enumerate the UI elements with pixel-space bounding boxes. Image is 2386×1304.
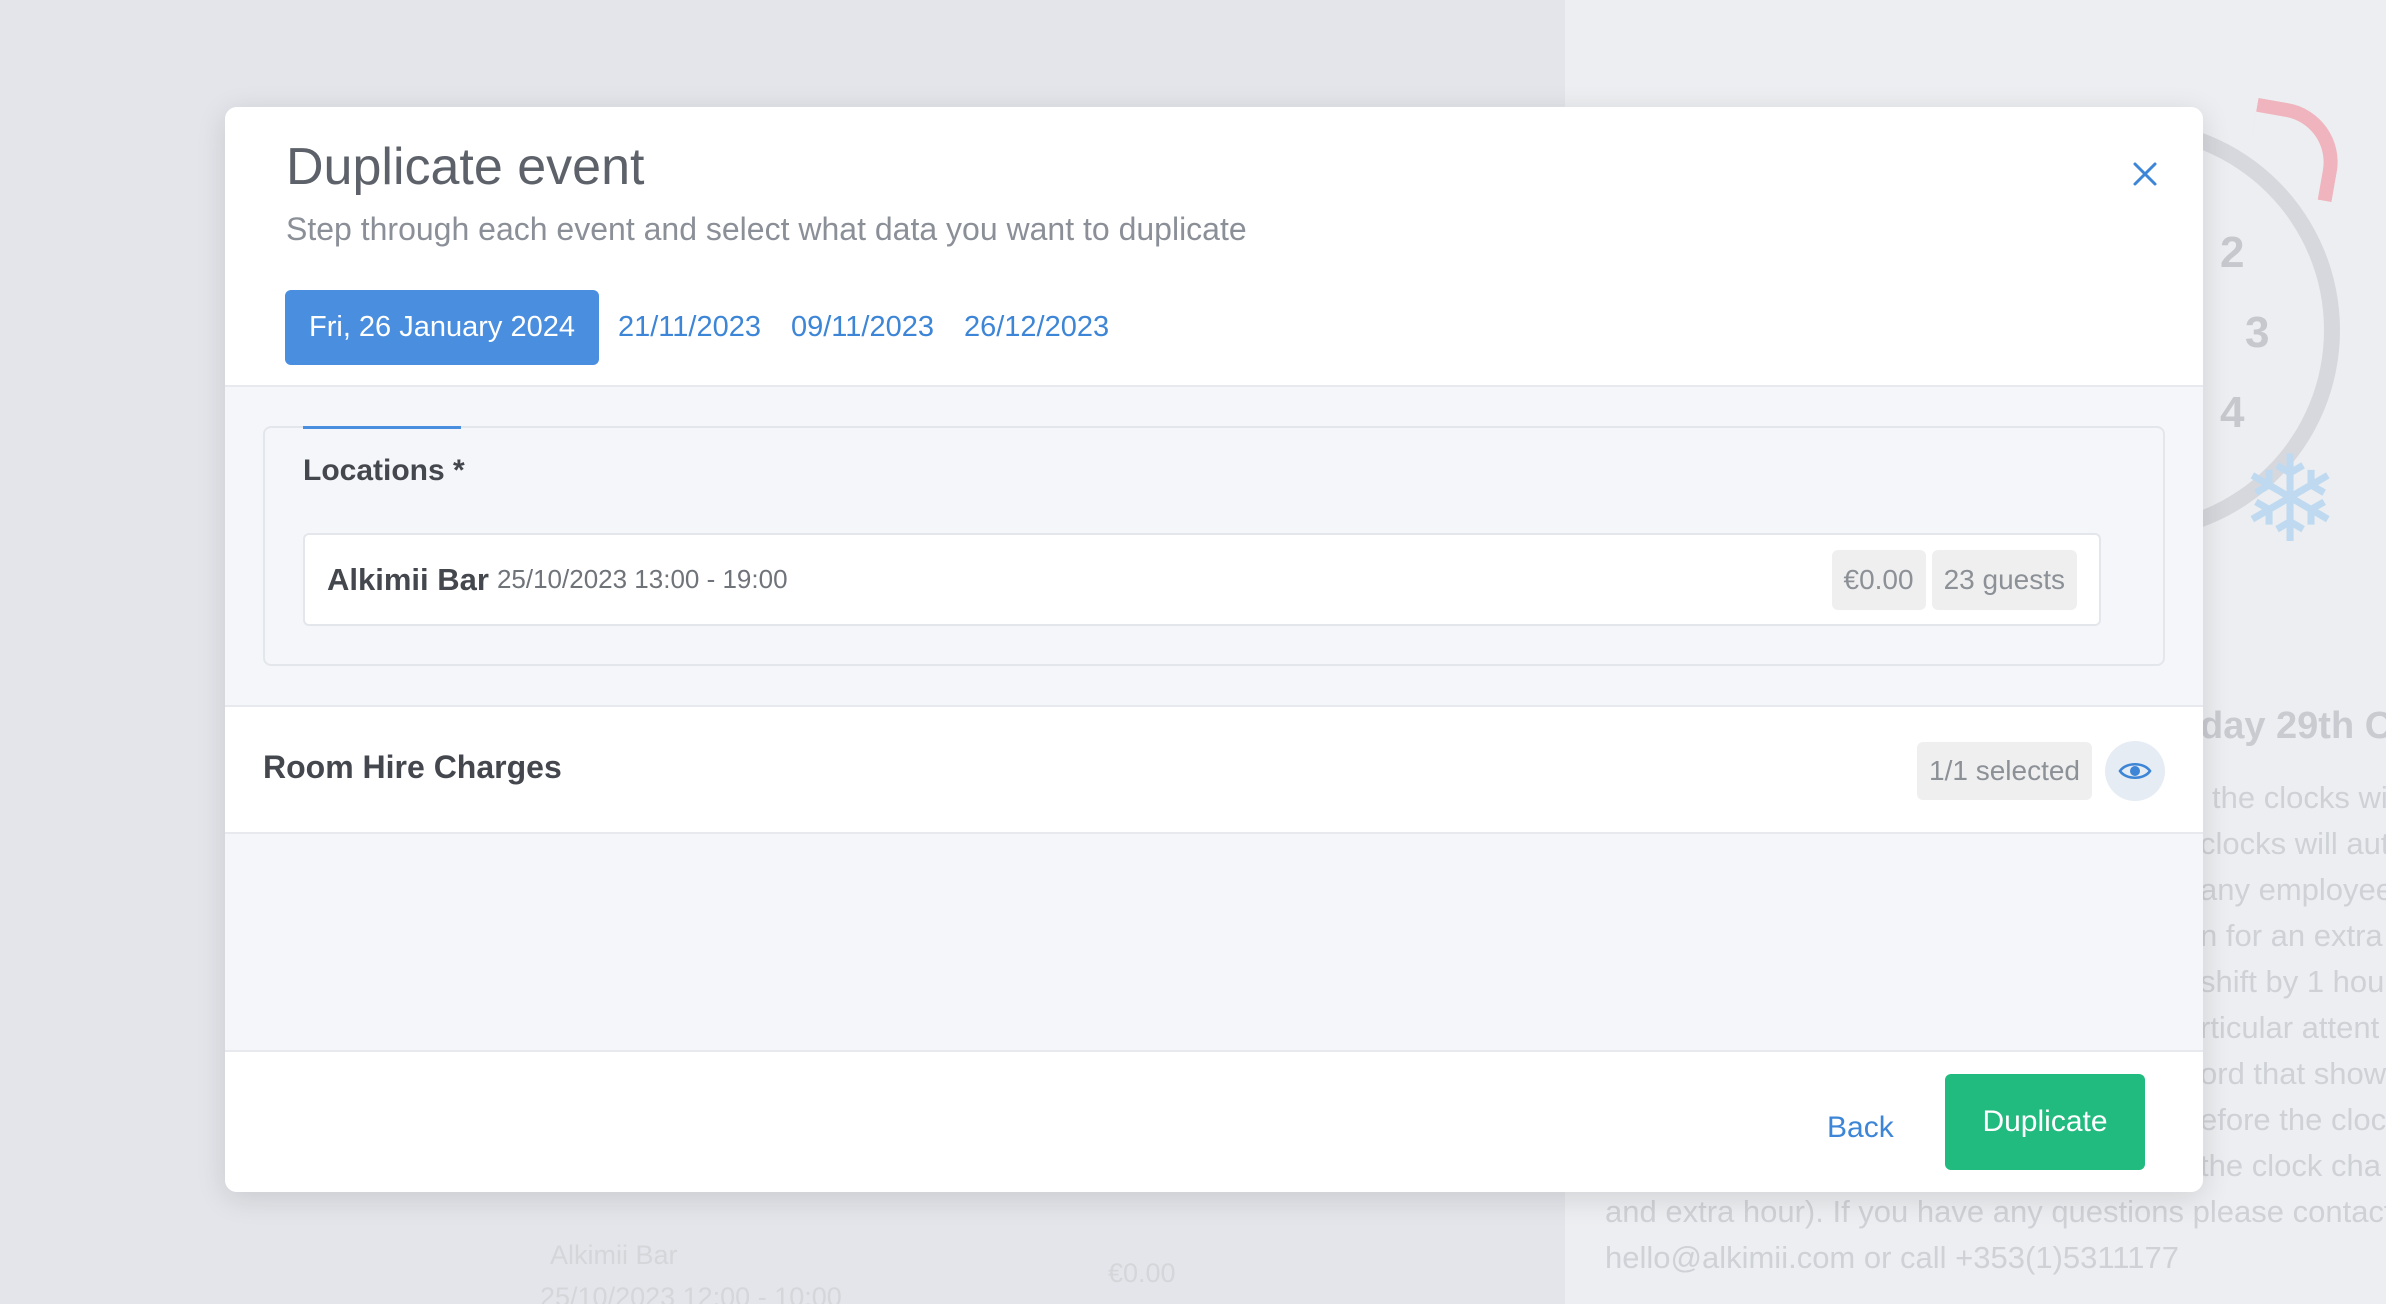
close-button[interactable] <box>2120 149 2170 199</box>
background-text-line: ord that show <box>2200 1056 2386 1091</box>
event-date-tabs: Fri, 26 January 2024 21/11/2023 09/11/20… <box>285 290 1124 365</box>
modal-footer: Back Duplicate <box>225 1050 2203 1192</box>
modal-subtitle: Step through each event and select what … <box>286 211 1247 247</box>
location-name: Alkimii Bar <box>327 561 489 597</box>
duplicate-button[interactable]: Duplicate <box>1945 1074 2145 1170</box>
tab-21-11-2023[interactable]: 21/11/2023 <box>603 290 776 365</box>
background-text-line: the clock cha <box>2200 1148 2381 1183</box>
clock-number: 3 <box>2245 308 2270 357</box>
background-text-line: hello@alkimii.com or call +353(1)5311177 <box>1605 1240 2179 1275</box>
room-hire-charges-section: Room Hire Charges 1/1 selected <box>225 705 2203 834</box>
location-price-badge: €0.00 <box>1831 549 1926 610</box>
background-text-line: and extra hour). If you have any questio… <box>1605 1194 2386 1229</box>
tab-fri-26-january-2024[interactable]: Fri, 26 January 2024 <box>285 290 599 365</box>
background-heading: day 29th O <box>2200 705 2386 747</box>
clock-number: 2 <box>2220 228 2245 277</box>
section-accent-bar <box>303 426 461 429</box>
locations-section: Locations * Alkimii Bar 25/10/2023 13:00… <box>263 426 2165 666</box>
modal-header: Duplicate event Step through each event … <box>225 107 2203 387</box>
background-text-line: clocks will aut <box>2200 826 2386 861</box>
locations-title: Locations * <box>303 454 465 487</box>
background-text-line: shift by 1 hour <box>2200 964 2386 999</box>
tab-26-12-2023[interactable]: 26/12/2023 <box>949 290 1124 365</box>
background-text-line: rticular attent <box>2200 1010 2380 1045</box>
background-text-line: n for an extra <box>2200 918 2383 953</box>
room-hire-selected-badge: 1/1 selected <box>1917 742 2092 800</box>
location-time: 25/10/2023 13:00 - 19:00 <box>496 564 788 594</box>
back-button[interactable]: Back <box>1807 1080 1914 1176</box>
clock-number: 4 <box>2220 388 2245 437</box>
background-text-line: any employee <box>2200 872 2386 907</box>
modal-title: Duplicate event <box>286 138 645 196</box>
duplicate-event-modal: Duplicate event Step through each event … <box>225 107 2203 1192</box>
background-row-price: €0.00 <box>1108 1258 1176 1288</box>
snowflake-icon: ❄ <box>2240 433 2341 567</box>
view-room-hire-button[interactable] <box>2105 741 2165 801</box>
close-icon <box>2133 162 2157 186</box>
background-text-line: the clocks wi <box>2212 780 2386 815</box>
background-row-time: 25/10/2023 12:00 - 10:00 <box>540 1282 842 1304</box>
room-hire-title: Room Hire Charges <box>263 749 562 785</box>
background-row-name: Alkimii Bar <box>550 1240 678 1270</box>
tab-09-11-2023[interactable]: 09/11/2023 <box>776 290 949 365</box>
eye-icon <box>2118 762 2152 780</box>
location-guests-badge: 23 guests <box>1931 549 2077 610</box>
location-row[interactable]: Alkimii Bar 25/10/2023 13:00 - 19:00 €0.… <box>303 533 2101 626</box>
background-text-line: efore the cloc <box>2200 1102 2386 1137</box>
